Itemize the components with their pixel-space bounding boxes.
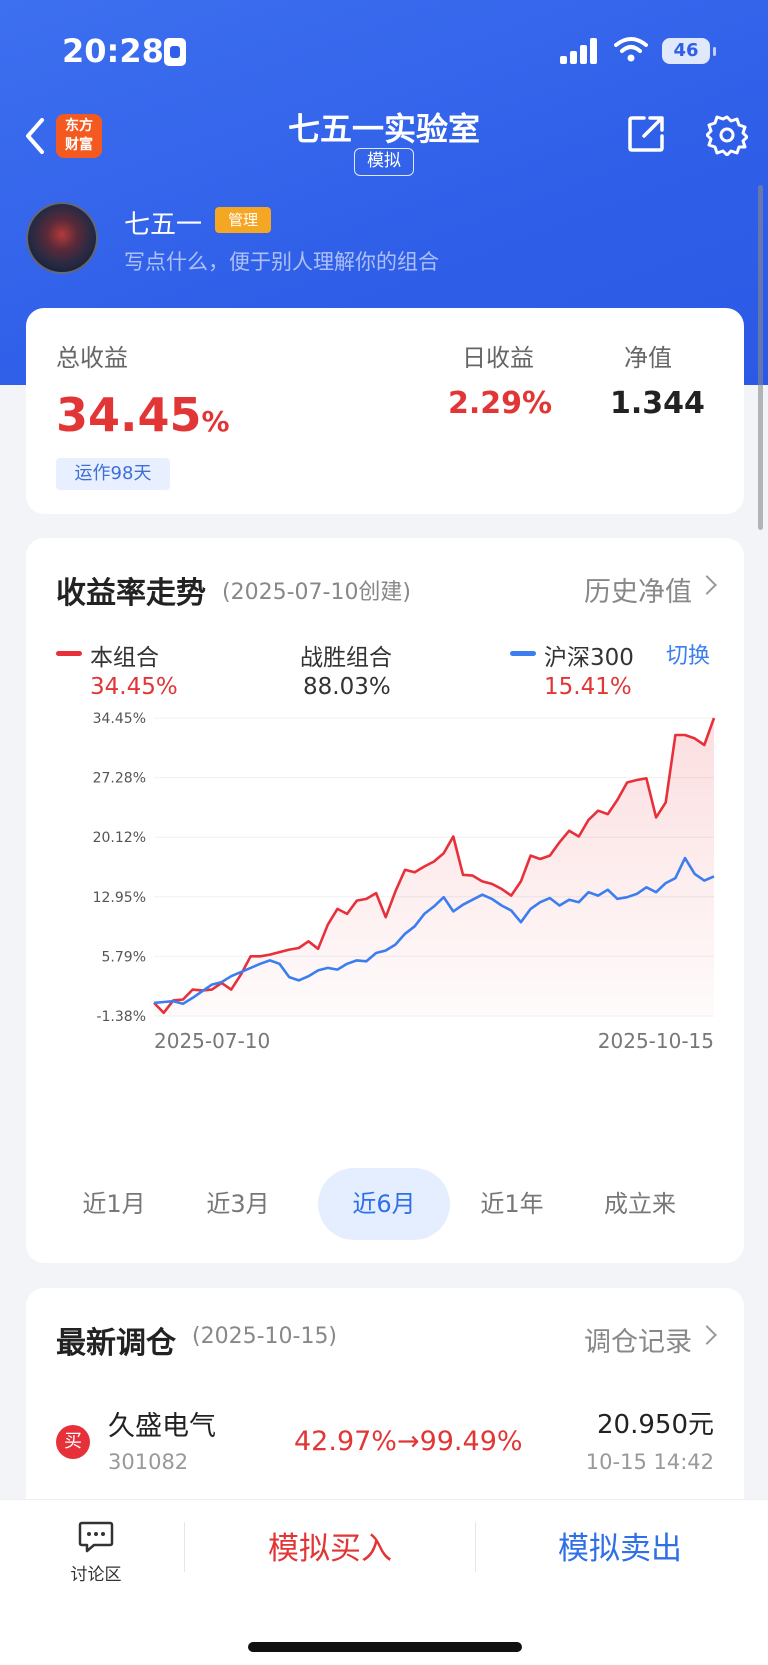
x-tick-label-start: 2025-07-10 — [154, 1029, 270, 1053]
switch-compare-button[interactable]: 切换 — [666, 638, 710, 670]
tab-3-months[interactable]: 近3月 — [172, 1168, 304, 1240]
trend-card: 收益率走势 (2025-07-10创建) 历史净值 本组合 34.45% 战胜组… — [26, 538, 744, 1263]
status-time: 20:28 — [62, 32, 164, 70]
tab-since-inception[interactable]: 成立来 — [574, 1168, 706, 1240]
home-indicator — [248, 1642, 522, 1652]
chevron-right-icon[interactable] — [697, 575, 717, 595]
discussion-label: 讨论区 — [70, 1565, 122, 1585]
total-return-number: 34.45 — [56, 388, 202, 442]
simulate-sell-button[interactable]: 模拟卖出 — [480, 1500, 760, 1598]
buy-badge: 买 — [56, 1425, 90, 1459]
nav-value: 1.344 — [610, 386, 705, 421]
portfolio-description[interactable]: 写点什么，便于别人理解你的组合 — [124, 246, 439, 276]
legend-value-hs300: 15.41% — [544, 674, 632, 700]
nav-label: 净值 — [624, 344, 672, 372]
tab-1-year[interactable]: 近1年 — [446, 1168, 578, 1240]
trend-title: 收益率走势 — [56, 576, 206, 611]
y-tick-label: 5.79% — [102, 949, 146, 965]
battery-indicator: 46 — [662, 38, 716, 64]
y-tick-label: 27.28% — [93, 771, 146, 787]
chat-bubble-icon — [78, 1521, 114, 1553]
rebalance-card: 最新调仓 (2025-10-15) 调仓记录 买 久盛电气 301082 42.… — [26, 1288, 744, 1528]
avatar[interactable] — [26, 202, 98, 274]
running-days-badge: 运作98天 — [56, 458, 170, 490]
y-tick-label: 34.45% — [93, 711, 146, 727]
simulate-buy-button[interactable]: 模拟买入 — [190, 1500, 470, 1598]
scrollbar[interactable] — [758, 185, 763, 530]
y-tick-label: 20.12% — [93, 830, 146, 846]
legend-value-portfolio: 34.45% — [90, 674, 178, 700]
portfolio-owner-name: 七五一 — [124, 210, 203, 240]
series-area-0 — [154, 718, 714, 1016]
x-tick-label-end: 2025-10-15 — [598, 1029, 714, 1053]
period-tabs: 近1月 近3月 近6月 近1年 成立来 — [26, 1168, 744, 1240]
y-tick-label: 12.95% — [93, 890, 146, 906]
daily-return-value: 2.29% — [448, 386, 553, 421]
rebalance-date: (2025-10-15) — [192, 1324, 338, 1349]
stock-name: 久盛电气 — [108, 1411, 216, 1442]
legend-value-beat: 88.03% — [303, 674, 391, 700]
trend-created-date: (2025-07-10创建) — [222, 580, 412, 605]
y-tick-label: -1.38% — [96, 1009, 146, 1025]
tab-1-month[interactable]: 近1月 — [48, 1168, 180, 1240]
discussion-button[interactable]: 讨论区 — [56, 1520, 136, 1585]
share-icon[interactable] — [626, 114, 666, 154]
simulation-badge: 模拟 — [354, 148, 414, 176]
legend-swatch-hs300 — [510, 651, 536, 656]
rebalance-record-link[interactable]: 调仓记录 — [584, 1320, 692, 1359]
stock-code: 301082 — [108, 1450, 189, 1474]
status-bar: 20:28 46 — [0, 28, 768, 76]
total-return-label: 总收益 — [56, 344, 128, 372]
bottom-action-bar: 讨论区 模拟买入 模拟卖出 — [0, 1500, 768, 1665]
cellular-signal-icon — [560, 38, 604, 64]
legend-name-beat: 战胜组合 — [300, 645, 392, 671]
total-return-unit: % — [201, 405, 230, 438]
rebalance-title: 最新调仓 — [56, 1326, 176, 1361]
legend-name-hs300: 沪深300 — [544, 645, 634, 671]
position-change: 42.97%→99.49% — [294, 1426, 523, 1457]
chevron-right-icon[interactable] — [697, 1325, 717, 1345]
divider — [475, 1522, 476, 1572]
return-trend-chart[interactable]: 34.45% 27.28% 20.12% 12.95% 5.79% -1.38% 2025-… — [26, 698, 744, 1078]
summary-card: 总收益 34.45% 运作98天 日收益 2.29% 净值 1.344 — [26, 308, 744, 514]
settings-gear-icon[interactable] — [706, 114, 748, 156]
tab-6-months[interactable]: 近6月 — [318, 1168, 450, 1240]
admin-badge: 管理 — [215, 207, 271, 233]
legend-swatch-portfolio — [56, 651, 82, 656]
history-nav-link[interactable]: 历史净值 — [584, 570, 692, 609]
contact-card-icon — [164, 38, 186, 66]
daily-return-label: 日收益 — [462, 344, 534, 372]
legend-name-portfolio: 本组合 — [90, 645, 159, 671]
divider — [184, 1522, 185, 1572]
wifi-icon — [614, 37, 648, 62]
total-return-value: 34.45% — [56, 388, 230, 442]
trade-price: 20.950元 — [597, 1410, 714, 1440]
trade-time: 10-15 14:42 — [585, 1450, 714, 1474]
